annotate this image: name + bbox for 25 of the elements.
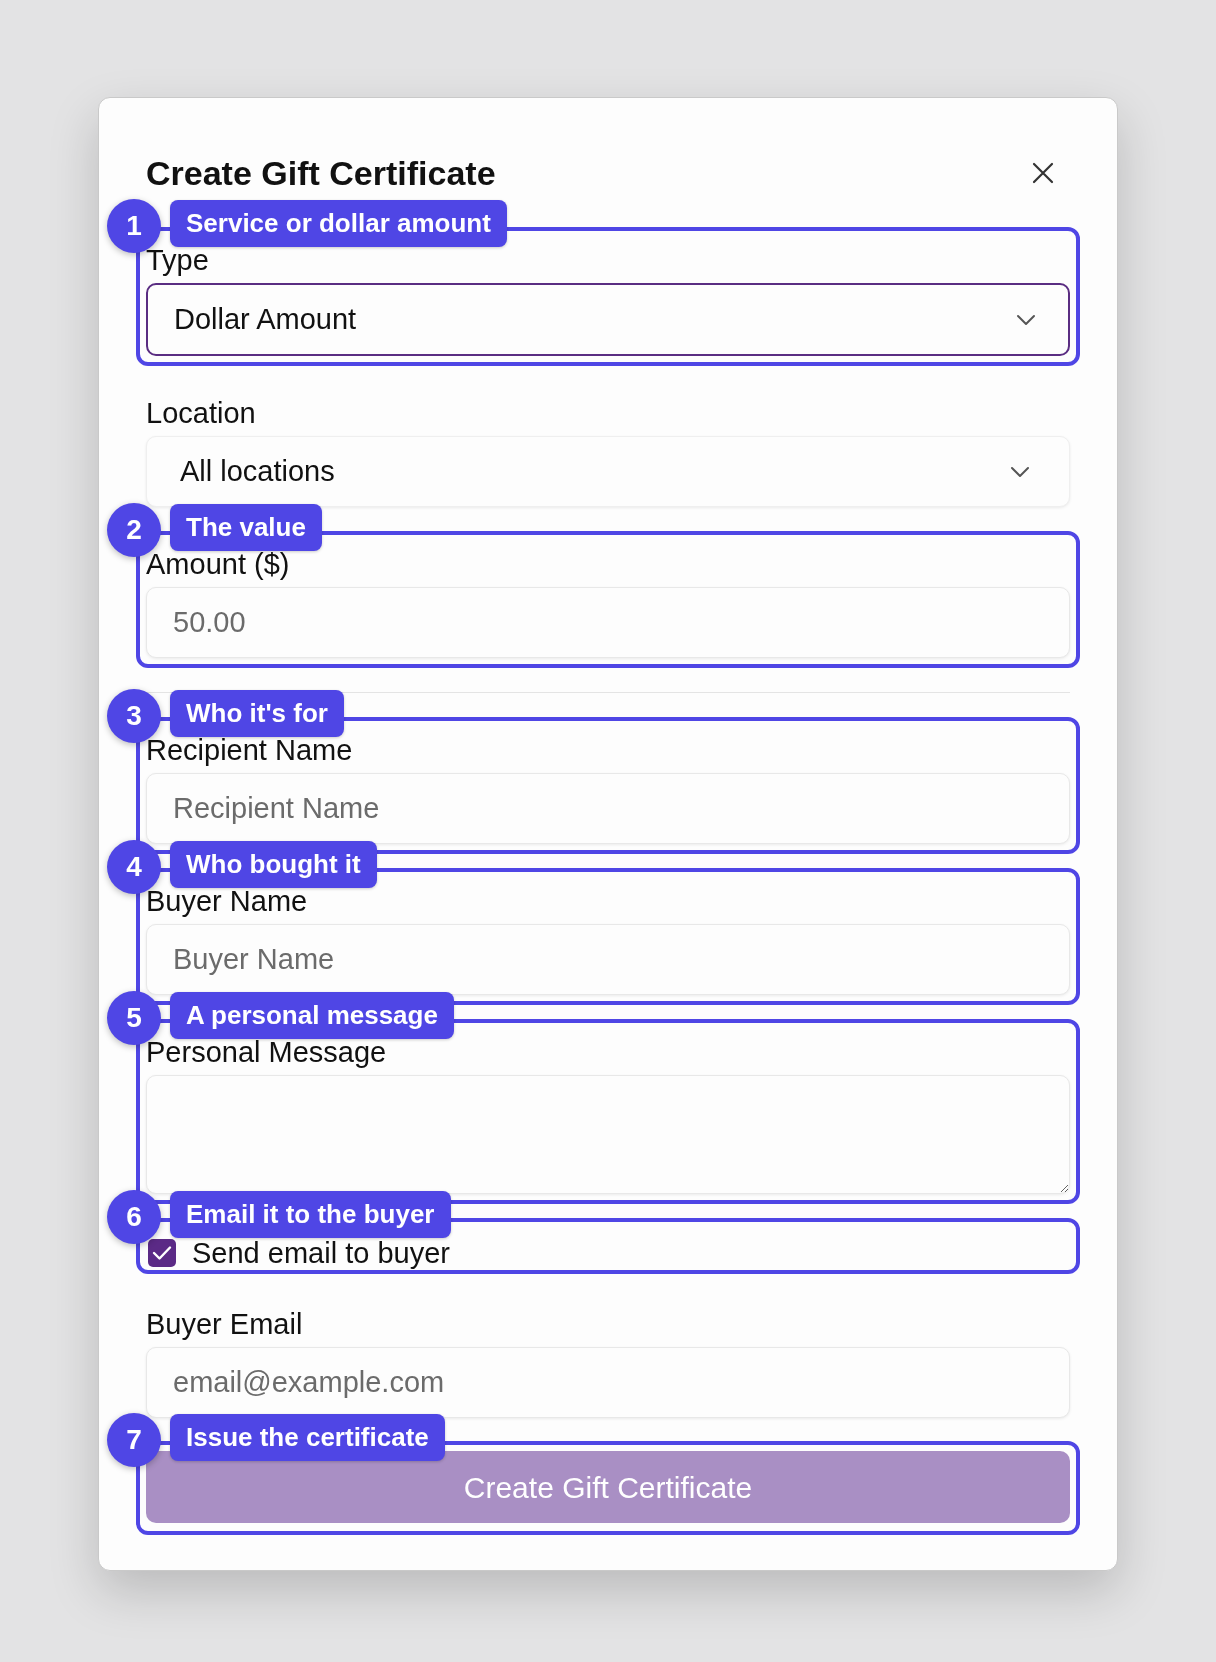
- dialog-title: Create Gift Certificate: [146, 155, 496, 191]
- callout-label: Who bought it: [170, 841, 377, 888]
- message-field[interactable]: [146, 1075, 1070, 1194]
- field-label: Buyer Email: [146, 1308, 304, 1340]
- callout-label: A personal message: [170, 992, 454, 1039]
- text-field[interactable]: 50.00: [146, 587, 1070, 658]
- text-field[interactable]: Recipient Name: [146, 773, 1070, 844]
- checkbox-label: Send email to buyer: [192, 1239, 450, 1267]
- close-icon[interactable]: [1031, 161, 1055, 185]
- chevron-down-icon: [1016, 313, 1036, 326]
- callout-label: Issue the certificate: [170, 1414, 445, 1461]
- select-field[interactable]: All locations: [146, 436, 1070, 507]
- chevron-down-icon: [1010, 465, 1030, 478]
- step-number-badge: 7: [107, 1413, 161, 1467]
- checkbox[interactable]: [148, 1239, 176, 1267]
- callout-label: The value: [170, 504, 322, 551]
- checkmark-icon: [152, 1245, 172, 1261]
- callout-label: Email it to the buyer: [170, 1191, 451, 1238]
- text-field[interactable]: Buyer Name: [146, 924, 1070, 995]
- callout-label: Service or dollar amount: [170, 200, 507, 247]
- select-field[interactable]: Dollar Amount: [146, 283, 1070, 356]
- field-label: Location: [146, 397, 257, 429]
- step-number-badge: 6: [107, 1190, 161, 1244]
- text-field[interactable]: email@example.com: [146, 1347, 1070, 1418]
- callout-label: Who it's for: [170, 690, 344, 737]
